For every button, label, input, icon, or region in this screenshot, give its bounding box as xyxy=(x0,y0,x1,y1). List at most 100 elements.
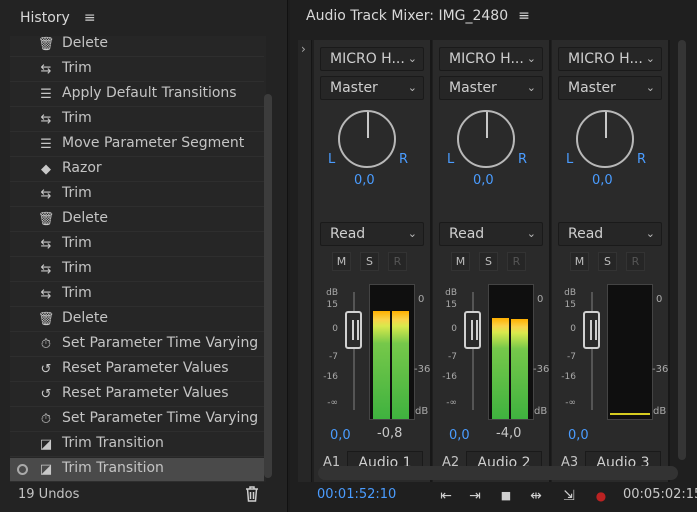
fader-scale-label: -∞ xyxy=(446,398,457,408)
solo-button[interactable]: S xyxy=(479,252,498,271)
reset-icon: ↺ xyxy=(40,387,52,402)
solo-button[interactable]: S xyxy=(360,252,379,271)
mixer-horizontal-scrollbar[interactable] xyxy=(318,466,678,480)
output-select[interactable]: Master ⌄ xyxy=(320,76,424,100)
history-item[interactable]: ◪ Trim Transition xyxy=(10,433,264,457)
stop-icon[interactable]: ■ xyxy=(495,486,517,506)
volume-fader[interactable] xyxy=(583,311,600,349)
record-icon[interactable]: ● xyxy=(590,486,612,506)
history-item[interactable]: ↺ Reset Parameter Values xyxy=(10,358,264,382)
output-select[interactable]: Master ⌄ xyxy=(558,76,662,100)
panel-menu-icon[interactable]: ≡ xyxy=(518,8,530,24)
history-item[interactable]: ◪ Trim Transition xyxy=(10,458,264,482)
history-item[interactable]: ◆ Razor xyxy=(10,158,264,182)
pan-knob[interactable] xyxy=(338,110,396,168)
record-enable-button[interactable]: R xyxy=(626,252,645,271)
pan-value[interactable]: 0,0 xyxy=(354,173,375,188)
meter-scale-label: 0 xyxy=(656,294,663,305)
history-item[interactable]: ☰ Move Parameter Segment xyxy=(10,133,264,157)
input-select[interactable]: MICRO H... ⌄ xyxy=(558,47,662,71)
loop-icon[interactable]: ⇲ xyxy=(558,486,580,506)
history-item[interactable]: ⏱ Set Parameter Time Varying xyxy=(10,408,264,432)
play-in-to-out-icon[interactable]: ⇹ xyxy=(525,486,547,506)
output-value: Master xyxy=(330,80,378,96)
meter-floor xyxy=(610,413,650,415)
meter-bar-left xyxy=(492,318,509,419)
fader-value[interactable]: 0,0 xyxy=(568,428,589,443)
history-item-label: Set Parameter Time Varying xyxy=(62,410,259,426)
history-item-label: Move Parameter Segment xyxy=(62,135,245,151)
history-item-label: Delete xyxy=(62,310,108,326)
panel-menu-icon[interactable]: ≡ xyxy=(84,10,96,26)
chevron-right-icon[interactable]: › xyxy=(301,42,306,56)
meter-peak-value: -0,8 xyxy=(377,426,403,441)
transition-icon: ◪ xyxy=(39,437,53,452)
history-item[interactable]: ⏱ Set Parameter Time Varying xyxy=(10,333,264,357)
history-item[interactable]: ↺ Reset Parameter Values xyxy=(10,383,264,407)
chevron-down-icon: ⌄ xyxy=(407,52,417,65)
chevron-down-icon: ⌄ xyxy=(645,52,655,65)
history-item-label: Trim xyxy=(62,110,92,126)
pan-left-label: L xyxy=(566,152,574,167)
go-to-in-icon[interactable]: ⇤ xyxy=(435,486,457,506)
volume-fader[interactable] xyxy=(345,311,362,349)
pan-left-label: L xyxy=(328,152,336,167)
mute-button[interactable]: M xyxy=(451,252,470,271)
pan-knob[interactable] xyxy=(576,110,634,168)
delete-history-icon[interactable] xyxy=(243,485,261,503)
automation-mode-select[interactable]: Read ⌄ xyxy=(558,222,662,246)
current-timecode[interactable]: 00:01:52:10 xyxy=(317,487,396,502)
fader-value[interactable]: 0,0 xyxy=(330,428,351,443)
automation-mode-select[interactable]: Read ⌄ xyxy=(439,222,543,246)
audio-track-mixer-panel: Audio Track Mixer: IMG_2480 ≡ › MICRO H..… xyxy=(290,0,697,512)
automation-value: Read xyxy=(568,226,604,242)
volume-fader[interactable] xyxy=(464,311,481,349)
trim-icon: ⇆ xyxy=(40,237,52,252)
fader-scale-label: 15 xyxy=(564,300,576,310)
history-panel-header: History ≡ xyxy=(0,0,287,36)
trim-icon: ⇆ xyxy=(40,62,52,77)
history-item[interactable]: ☰ Apply Default Transitions xyxy=(10,83,264,107)
record-enable-button[interactable]: R xyxy=(388,252,407,271)
input-select[interactable]: MICRO H... ⌄ xyxy=(439,47,543,71)
mixer-vertical-scrollbar[interactable] xyxy=(678,40,686,460)
history-title[interactable]: History xyxy=(20,10,70,26)
record-enable-button[interactable]: R xyxy=(507,252,526,271)
transition-list-icon: ☰ xyxy=(40,87,52,102)
fader-value[interactable]: 0,0 xyxy=(449,428,470,443)
history-item[interactable]: ⇆ Trim xyxy=(10,258,264,282)
history-item[interactable]: 🗑 Delete xyxy=(10,208,264,232)
pan-value[interactable]: 0,0 xyxy=(592,173,613,188)
automation-mode-select[interactable]: Read ⌄ xyxy=(320,222,424,246)
meter-scale-label: dB xyxy=(534,406,548,417)
solo-button[interactable]: S xyxy=(598,252,617,271)
history-item[interactable]: ⇆ Trim xyxy=(10,108,264,132)
history-item[interactable]: ⇆ Trim xyxy=(10,233,264,257)
meter-scale-label: dB xyxy=(653,406,667,417)
history-item[interactable]: ⇆ Trim xyxy=(10,283,264,307)
history-item[interactable]: 🗑 Delete xyxy=(10,36,264,57)
go-to-out-icon[interactable]: ⇥ xyxy=(464,486,486,506)
fader-scale-label: 0 xyxy=(332,324,338,334)
pan-value[interactable]: 0,0 xyxy=(473,173,494,188)
trash-icon: 🗑 xyxy=(37,312,55,327)
history-item[interactable]: ⇆ Trim xyxy=(10,58,264,82)
input-select[interactable]: MICRO H... ⌄ xyxy=(320,47,424,71)
history-item-label: Trim xyxy=(62,235,92,251)
mute-button[interactable]: M xyxy=(332,252,351,271)
mixer-title[interactable]: Audio Track Mixer: IMG_2480 xyxy=(306,8,508,24)
history-scrollbar[interactable] xyxy=(264,94,272,478)
undo-count: 19 Undos xyxy=(18,487,80,502)
history-item-label: Trim xyxy=(62,185,92,201)
output-select[interactable]: Master ⌄ xyxy=(439,76,543,100)
mute-button[interactable]: M xyxy=(570,252,589,271)
history-item[interactable]: 🗑 Delete xyxy=(10,308,264,332)
history-list: 🗑 Delete ⇆ Trim ☰ Apply Default Transitions ⇆ T… xyxy=(10,36,266,482)
pan-knob[interactable] xyxy=(457,110,515,168)
current-state-icon xyxy=(17,464,28,475)
input-value: MICRO H... xyxy=(568,51,643,67)
effects-expander[interactable]: › xyxy=(298,40,312,482)
history-item[interactable]: ⇆ Trim xyxy=(10,183,264,207)
fader-scale-label: -7 xyxy=(329,352,338,362)
fader-scale-label: -7 xyxy=(567,352,576,362)
